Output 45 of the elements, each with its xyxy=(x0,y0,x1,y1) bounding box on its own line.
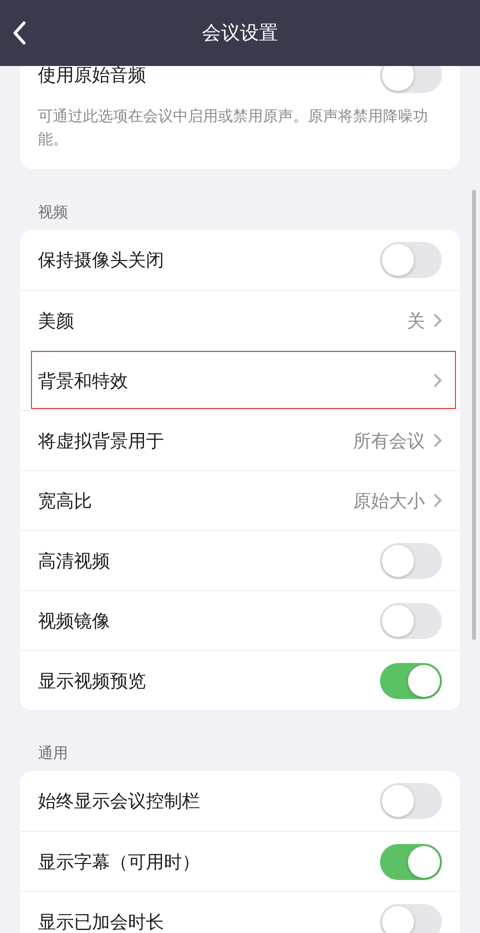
settings-row[interactable]: 显示已加会时长 xyxy=(20,891,460,933)
settings-row[interactable]: 显示字幕（可用时） xyxy=(20,831,460,891)
setting-label: 显示字幕（可用时） xyxy=(38,850,201,874)
settings-row[interactable]: 使用原始音频 xyxy=(20,66,460,105)
setting-label: 显示视频预览 xyxy=(38,670,147,692)
settings-row[interactable]: 将虚拟背景用于 所有会议 xyxy=(20,410,460,470)
setting-value: 原始大小 xyxy=(353,490,425,512)
chevron-right-icon xyxy=(433,313,442,328)
section-header: 通用 xyxy=(37,743,69,764)
setting-label: 将虚拟背景用于 xyxy=(38,430,165,452)
back-icon[interactable] xyxy=(12,21,26,45)
setting-label: 始终显示会议控制栏 xyxy=(38,790,201,813)
toggle-switch[interactable] xyxy=(380,602,442,638)
section-header: 视频 xyxy=(37,202,69,223)
toggle-switch[interactable] xyxy=(380,904,442,933)
scrollbar[interactable] xyxy=(472,190,476,640)
setting-label: 背景和特效 xyxy=(38,370,129,392)
settings-row[interactable]: 保持摄像头关闭 xyxy=(20,230,460,290)
settings-row[interactable]: 美颜 关 xyxy=(20,290,460,350)
page-title: 会议设置 xyxy=(202,21,278,46)
setting-label: 视频镜像 xyxy=(38,610,111,632)
settings-row[interactable]: 视频镜像 xyxy=(20,590,460,650)
chevron-right-icon xyxy=(433,373,442,388)
setting-label: 美颜 xyxy=(38,310,75,332)
settings-row[interactable]: 宽高比 原始大小 xyxy=(20,470,460,530)
toggle-switch[interactable] xyxy=(380,844,442,880)
setting-value: 所有会议 xyxy=(353,430,425,452)
settings-row[interactable]: 始终显示会议控制栏 xyxy=(20,771,460,831)
setting-label: 显示已加会时长 xyxy=(38,910,165,933)
setting-label: 保持摄像头关闭 xyxy=(38,249,165,272)
setting-label: 高清视频 xyxy=(38,550,111,572)
chevron-right-icon xyxy=(433,493,442,508)
setting-description: 可通过此选项在会议中启用或禁用原声。原声将禁用降噪功能。 xyxy=(37,106,429,150)
toggle-switch[interactable] xyxy=(380,783,442,819)
settings-row[interactable]: 显示视频预览 xyxy=(20,650,460,710)
setting-label: 宽高比 xyxy=(38,490,93,512)
setting-label: 使用原始音频 xyxy=(38,66,147,87)
setting-value: 关 xyxy=(407,310,425,332)
toggle-switch[interactable] xyxy=(380,542,442,578)
toggle-switch[interactable] xyxy=(380,662,442,698)
chevron-right-icon xyxy=(433,433,442,448)
highlighted-settings-row[interactable]: 背景和特效 xyxy=(30,350,457,410)
settings-row[interactable]: 高清视频 xyxy=(20,530,460,590)
toggle-switch[interactable] xyxy=(380,66,442,93)
toggle-switch[interactable] xyxy=(380,242,442,278)
